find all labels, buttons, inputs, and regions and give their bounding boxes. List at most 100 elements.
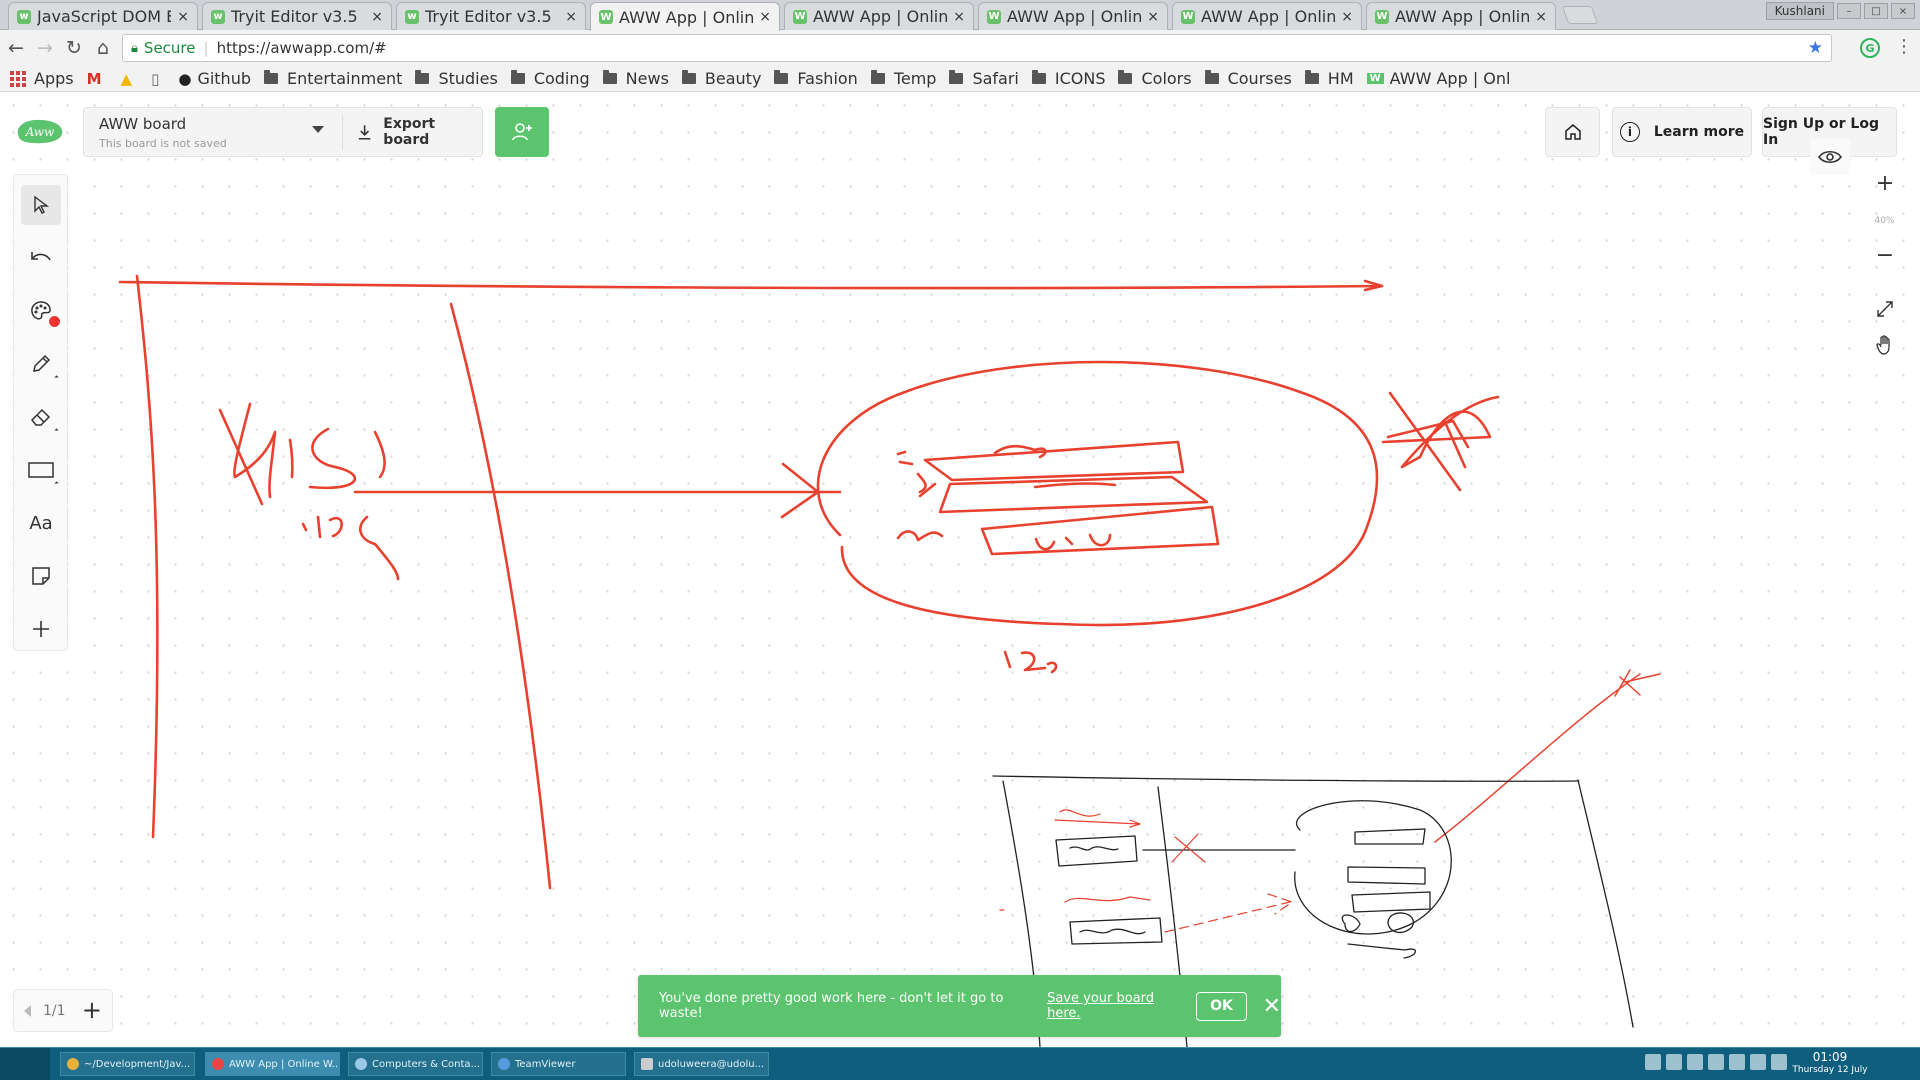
bookmark-apps[interactable]: Apps <box>10 69 74 88</box>
home-button[interactable] <box>1545 107 1600 157</box>
bookmark-folder[interactable]: News <box>602 69 669 88</box>
close-icon[interactable]: ✕ <box>1263 994 1281 1019</box>
eraser-tool[interactable] <box>21 397 61 437</box>
reload-icon[interactable]: ↻ <box>61 35 87 61</box>
color-tool[interactable] <box>21 291 61 331</box>
bookmark-gmail[interactable]: M <box>87 70 108 88</box>
address-separator: | <box>203 39 209 57</box>
pan-tool-button[interactable] <box>1869 330 1901 360</box>
select-tool[interactable] <box>21 185 61 225</box>
start-menu-button[interactable] <box>0 1048 50 1080</box>
close-window-icon[interactable]: × <box>1891 3 1915 19</box>
tray-icon[interactable] <box>1645 1054 1661 1070</box>
tab-close-icon[interactable]: × <box>1535 9 1547 25</box>
tab-close-icon[interactable]: × <box>371 9 383 25</box>
taskbar-item-label: udoluweera@udolu... <box>658 1058 765 1070</box>
taskbar-item-active[interactable]: AWW App | Online W... <box>205 1052 340 1076</box>
bookmark-page[interactable]: ▯ <box>151 70 165 88</box>
browser-tab[interactable]: W AWW App | Online × <box>784 2 974 30</box>
pencil-tool[interactable] <box>21 344 61 384</box>
minimize-icon[interactable]: – <box>1837 3 1861 19</box>
bookmark-folder[interactable]: ICONS <box>1031 69 1105 88</box>
browser-tab[interactable]: w Tryit Editor v3.5 × <box>202 2 392 30</box>
tab-close-icon[interactable]: × <box>759 9 771 25</box>
text-tool[interactable]: Aa <box>21 503 61 543</box>
cursor-icon <box>34 195 50 214</box>
undo-tool[interactable] <box>21 238 61 278</box>
bookmark-folder[interactable]: Temp <box>870 69 936 88</box>
tray-icon[interactable] <box>1666 1054 1682 1070</box>
new-tab-button[interactable] <box>1561 6 1599 24</box>
zoom-in-button[interactable]: + <box>1869 168 1901 198</box>
grammarly-extension-icon[interactable]: G <box>1860 38 1880 58</box>
tab-close-icon[interactable]: × <box>565 9 577 25</box>
forward-arrow-icon[interactable]: → <box>32 35 58 61</box>
shape-tool[interactable] <box>21 450 61 490</box>
previous-page-icon[interactable] <box>24 1004 31 1017</box>
sticky-note-tool[interactable] <box>21 556 61 596</box>
info-icon: i <box>1619 122 1640 142</box>
address-bar[interactable]: 🔒︎ Secure | https://awwapp.com/# ★ <box>122 34 1832 62</box>
tab-title: AWW App | Online <box>1007 7 1142 26</box>
bookmark-folder[interactable]: Studies <box>415 69 498 88</box>
bookmark-folder[interactable]: Fashion <box>774 69 858 88</box>
browser-tab-active[interactable]: W AWW App | Online × <box>590 2 780 31</box>
tray-icon[interactable] <box>1687 1054 1703 1070</box>
maximize-icon[interactable]: □ <box>1864 3 1888 19</box>
bookmark-folder[interactable]: Colors <box>1118 69 1192 88</box>
profile-chip[interactable]: Kushlani <box>1765 2 1834 20</box>
learn-more-button[interactable]: i Learn more <box>1612 107 1752 157</box>
home-icon[interactable]: ⌂ <box>90 35 116 61</box>
bookmark-folder[interactable]: Safari <box>949 69 1019 88</box>
url-text[interactable]: https://awwapp.com/# <box>217 39 387 57</box>
tab-close-icon[interactable]: × <box>1147 9 1159 25</box>
browser-tab[interactable]: W AWW App | Online × <box>1172 2 1362 30</box>
add-user-icon <box>512 123 532 141</box>
toast-ok-button[interactable]: OK <box>1196 991 1247 1021</box>
fit-to-screen-button[interactable] <box>1869 294 1901 324</box>
browser-tab[interactable]: W AWW App | Online × <box>978 2 1168 30</box>
browser-tab[interactable]: w Tryit Editor v3.5 × <box>396 2 586 30</box>
folder-icon <box>681 70 696 84</box>
tab-close-icon[interactable]: × <box>177 9 189 25</box>
tray-icon[interactable] <box>1729 1054 1745 1070</box>
view-mode-button[interactable] <box>1810 139 1850 175</box>
export-board-button[interactable]: Export board <box>356 108 482 156</box>
taskbar-item[interactable]: TeamViewer <box>491 1052 626 1076</box>
tab-favicon-icon: W <box>599 10 613 24</box>
submenu-indicator <box>54 481 59 486</box>
bookmark-label: Entertainment <box>287 69 403 88</box>
drawing-canvas[interactable] <box>0 92 1920 1047</box>
taskbar-item[interactable]: ~/Development/Jav... <box>60 1052 195 1076</box>
bookmark-folder[interactable]: Coding <box>510 69 590 88</box>
bookmark-folder[interactable]: HM <box>1304 69 1354 88</box>
taskbar-item[interactable]: udoluweera@udolu... <box>634 1052 769 1076</box>
save-board-link[interactable]: Save your board here. <box>1047 991 1186 1021</box>
bookmark-drive[interactable]: ▲ <box>121 70 139 88</box>
invite-user-button[interactable] <box>495 107 549 157</box>
tab-close-icon[interactable]: × <box>953 9 965 25</box>
browser-menu-icon[interactable]: ⋮ <box>1895 36 1913 57</box>
add-page-button[interactable]: + <box>82 998 102 1022</box>
clock[interactable]: 01:09 Thursday 12 July <box>1785 1050 1875 1076</box>
board-menu[interactable]: AWW board This board is not saved Export… <box>83 107 483 157</box>
bookmark-aww[interactable]: W AWW App | Onl <box>1366 69 1510 88</box>
bookmark-folder[interactable]: Courses <box>1204 69 1292 88</box>
tray-icon[interactable] <box>1750 1054 1766 1070</box>
chevron-down-icon[interactable] <box>312 126 324 133</box>
tray-icon[interactable] <box>1708 1054 1724 1070</box>
apps-grid-icon <box>10 70 26 87</box>
aww-logo[interactable]: Aww <box>14 116 66 146</box>
tab-close-icon[interactable]: × <box>1341 9 1353 25</box>
zoom-out-button[interactable]: − <box>1869 240 1901 270</box>
bookmark-github[interactable]: ● Github <box>178 69 251 88</box>
browser-tab[interactable]: w JavaScript DOM Ele × <box>8 2 198 30</box>
taskbar-item[interactable]: Computers & Conta... <box>348 1052 483 1076</box>
back-arrow-icon[interactable]: ← <box>3 35 29 61</box>
browser-tab[interactable]: W AWW App | Online × <box>1366 2 1556 30</box>
bookmark-star-icon[interactable]: ★ <box>1808 38 1823 58</box>
taskbar-item-label: AWW App | Online W... <box>229 1058 340 1070</box>
bookmark-folder[interactable]: Entertainment <box>264 69 402 88</box>
add-tool[interactable] <box>21 609 61 649</box>
bookmark-folder[interactable]: Beauty <box>681 69 761 88</box>
